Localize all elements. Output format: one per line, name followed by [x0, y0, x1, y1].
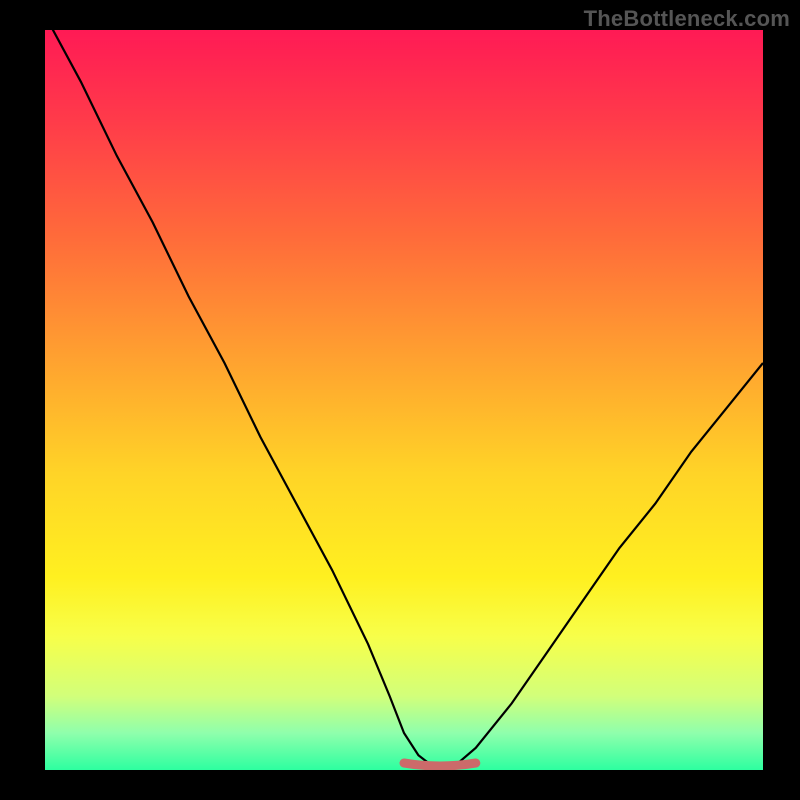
watermark-text: TheBottleneck.com	[584, 6, 790, 32]
bottleneck-curve-line	[45, 30, 763, 770]
chart-frame: TheBottleneck.com	[0, 0, 800, 800]
bottleneck-curve-svg	[45, 30, 763, 770]
plot-area	[45, 30, 763, 770]
optimal-region-marker	[404, 763, 476, 766]
